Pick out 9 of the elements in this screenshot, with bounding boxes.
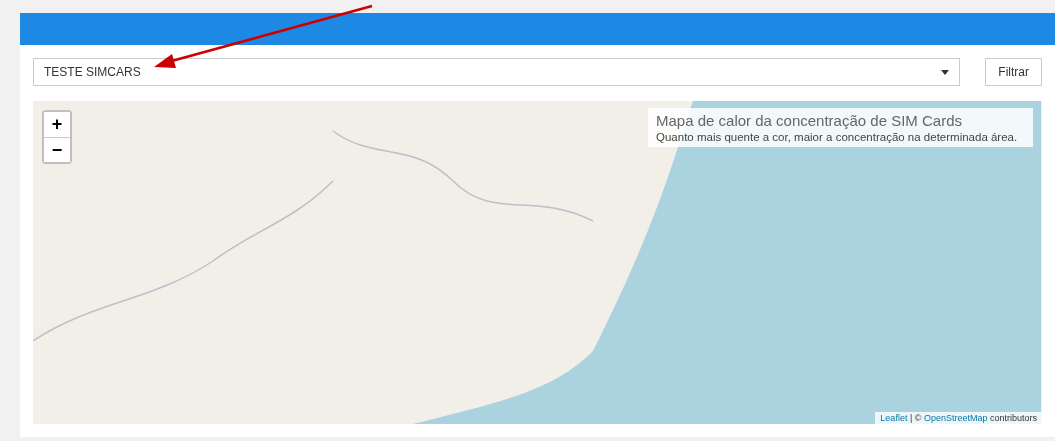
dropdown-field[interactable]: TESTE SIMCARS — [33, 58, 961, 86]
openstreetmap-link[interactable]: OpenStreetMap — [923, 413, 988, 423]
caret-icon — [941, 69, 950, 75]
zoom-out-button[interactable]: − — [44, 137, 70, 162]
legend-title: Mapa de calor da concentração de SIM Cards — [656, 112, 963, 129]
map-attribution: Leaflet | © OpenStreetMap contributors — [875, 412, 1042, 424]
filter-button[interactable]: Filtrar — [985, 58, 1042, 86]
leaflet-link[interactable]: Leaflet — [880, 413, 908, 423]
legend-subtitle: Quanto mais quente a cor, maior a concentração na determinada área. — [656, 131, 1019, 143]
